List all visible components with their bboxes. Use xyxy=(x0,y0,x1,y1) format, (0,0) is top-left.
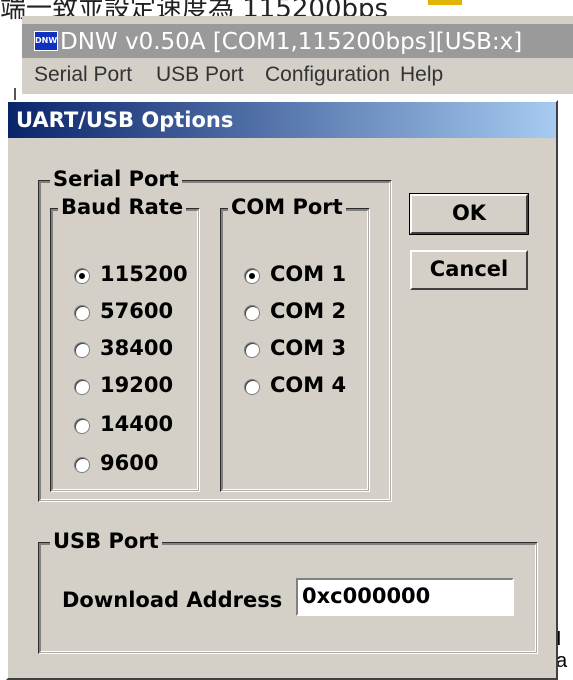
radio-icon[interactable] xyxy=(74,418,90,434)
download-address-label: Download Address xyxy=(62,588,283,612)
usb-port-legend: USB Port xyxy=(50,529,162,553)
menu-usb-port[interactable]: USB Port xyxy=(156,63,244,87)
baud-option-label: 9600 xyxy=(100,451,159,475)
usb-port-group: USB Port Download Address 0xc000000 xyxy=(38,529,538,654)
radio-icon[interactable] xyxy=(244,342,260,358)
radio-icon[interactable] xyxy=(244,379,260,395)
menu-bar: Serial Port USB Port Configuration Help xyxy=(22,58,573,92)
com-port-legend: COM Port xyxy=(228,195,346,219)
menu-serial-port[interactable]: Serial Port xyxy=(34,63,132,87)
radio-icon[interactable] xyxy=(244,305,260,321)
uart-usb-options-dialog: UART/USB Options Serial Port Baud Rate 1… xyxy=(6,100,558,680)
baud-rate-group: Baud Rate 115200 57600 38400 19200 14400 xyxy=(50,195,200,492)
com-option-label: COM 4 xyxy=(270,373,347,397)
com-option-label: COM 3 xyxy=(270,336,347,360)
dialog-title: UART/USB Options xyxy=(16,108,234,132)
dnw-app-icon: DNW xyxy=(34,31,58,51)
baud-option-label: 19200 xyxy=(100,373,174,397)
com-option-label: COM 2 xyxy=(270,299,347,323)
com-option-label: COM 1 xyxy=(270,262,347,286)
radio-selected-icon[interactable] xyxy=(244,268,260,284)
dnw-main-window: DNW DNW v0.50A [COM1,115200bps][USB:x] S… xyxy=(22,16,573,94)
radio-icon[interactable] xyxy=(74,457,90,473)
baud-option-label: 115200 xyxy=(100,262,188,286)
serial-port-group: Serial Port Baud Rate 115200 57600 38400… xyxy=(38,167,392,502)
download-address-input[interactable]: 0xc000000 xyxy=(296,578,514,616)
app-title: DNW v0.50A [COM1,115200bps][USB:x] xyxy=(60,29,523,55)
baud-rate-legend: Baud Rate xyxy=(58,195,187,219)
radio-icon[interactable] xyxy=(74,342,90,358)
background-link-underline xyxy=(428,0,462,5)
com-port-group: COM Port COM 1 COM 2 COM 3 COM 4 xyxy=(220,195,370,492)
baud-option-label: 57600 xyxy=(100,299,174,323)
dialog-title-bar[interactable]: UART/USB Options xyxy=(8,102,556,138)
menu-configuration[interactable]: Configuration xyxy=(265,63,390,87)
cancel-button[interactable]: Cancel xyxy=(410,250,528,290)
radio-icon[interactable] xyxy=(74,305,90,321)
radio-icon[interactable] xyxy=(74,379,90,395)
menu-help[interactable]: Help xyxy=(400,63,443,87)
ok-button[interactable]: OK xyxy=(409,193,529,235)
app-title-bar[interactable]: DNW DNW v0.50A [COM1,115200bps][USB:x] xyxy=(22,24,573,58)
baud-option-label: 14400 xyxy=(100,412,174,436)
serial-port-legend: Serial Port xyxy=(50,167,182,191)
baud-option-label: 38400 xyxy=(100,336,174,360)
radio-selected-icon[interactable] xyxy=(74,268,90,284)
